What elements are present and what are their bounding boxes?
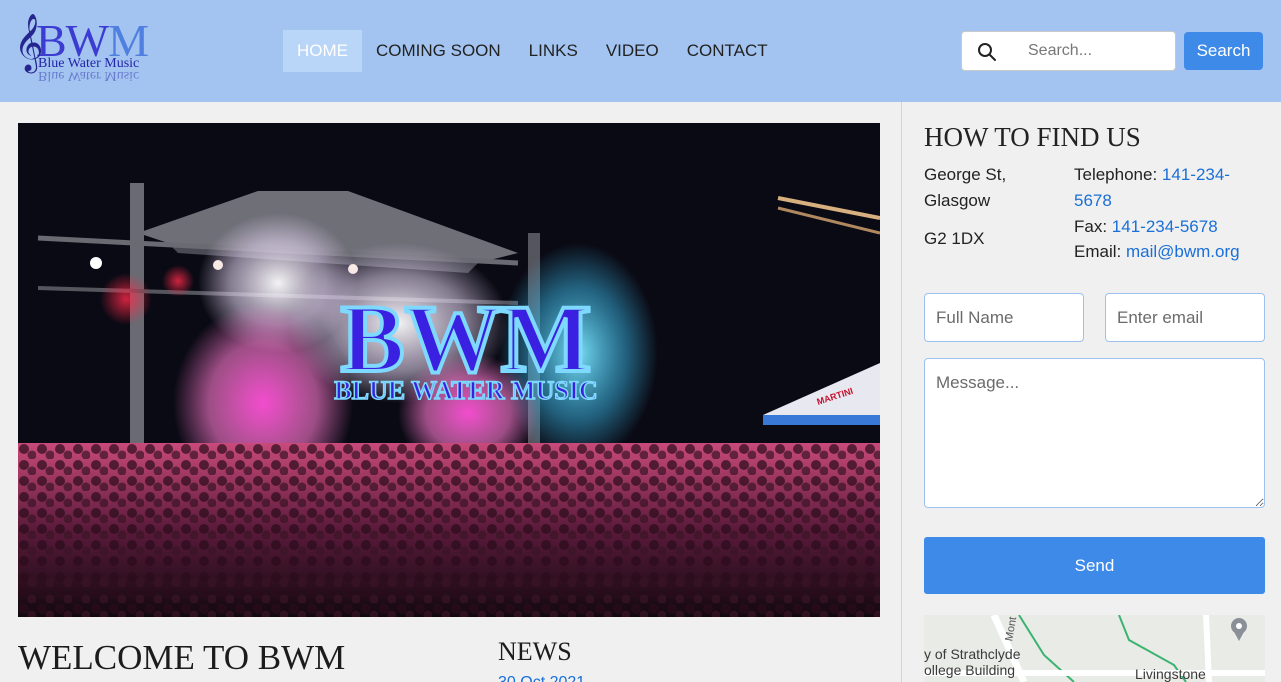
news-heading: NEWS	[498, 637, 572, 666]
search-box	[961, 31, 1176, 71]
how-to-find-us-heading: HOW TO FIND US	[924, 122, 1141, 152]
email-link[interactable]: mail@bwm.org	[1126, 242, 1240, 261]
location-map[interactable]: y of Strathclyde ollege Building Livings…	[924, 615, 1265, 682]
contact-details: Telephone: 141-234-5678 Fax: 141-234-567…	[1074, 162, 1264, 261]
welcome-heading: WELCOME TO BWM	[18, 638, 346, 677]
telephone-label: Telephone:	[1074, 165, 1158, 184]
search-icon	[978, 43, 996, 61]
fax-link[interactable]: 141-234-5678	[1112, 217, 1218, 236]
map-label-college: ollege Building	[924, 662, 1016, 678]
address-block: George St, Glasgow	[924, 162, 1064, 214]
full-name-field[interactable]	[924, 293, 1084, 342]
bwm-logo[interactable]: BWM 𝄞 Blue Water Music Blue Water Music	[14, 16, 161, 84]
site-header: BWM 𝄞 Blue Water Music Blue Water Music …	[0, 0, 1281, 102]
email-label: Email:	[1074, 242, 1122, 261]
search-button[interactable]: Search	[1184, 32, 1263, 70]
fax-label: Fax:	[1074, 217, 1108, 236]
map-label-university: y of Strathclyde	[924, 646, 1021, 662]
banner-subtitle-text: BLUE WATER MUSIC	[334, 376, 597, 405]
nav-video[interactable]: VIDEO	[592, 30, 673, 72]
concert-illustration: MARTINI BWM BLUE WATER MUSIC	[18, 123, 880, 617]
nav-home[interactable]: HOME	[283, 30, 362, 72]
nav-coming-soon[interactable]: COMING SOON	[362, 30, 515, 72]
map-label-livingstone: Livingstone	[1135, 666, 1206, 682]
contact-sidebar: HOW TO FIND US George St, Glasgow G2 1DX…	[901, 102, 1281, 682]
address-line1: George St,	[924, 165, 1007, 184]
logo-subtitle-reflection: Blue Water Music	[38, 68, 140, 83]
news-date-link[interactable]: 30 Oct 2021	[498, 674, 585, 682]
postcode: G2 1DX	[924, 229, 985, 248]
hero-concert-image: MARTINI BWM BLUE WATER MUSIC	[18, 123, 880, 617]
main-navigation: HOME COMING SOON LINKS VIDEO CONTACT	[283, 30, 782, 72]
search-input[interactable]	[1014, 33, 1169, 69]
email-field[interactable]	[1105, 293, 1265, 342]
nav-contact[interactable]: CONTACT	[673, 30, 782, 72]
message-field[interactable]	[924, 358, 1265, 508]
nav-links[interactable]: LINKS	[515, 30, 592, 72]
address-line2: Glasgow	[924, 191, 991, 210]
send-button[interactable]: Send	[924, 537, 1265, 594]
